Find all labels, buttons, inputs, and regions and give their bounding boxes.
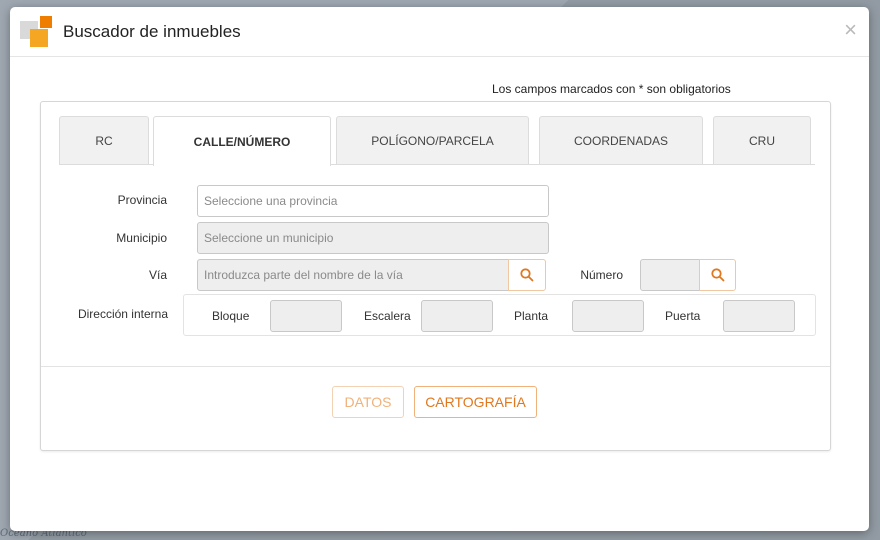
via-search-button[interactable] — [508, 259, 546, 291]
datos-button[interactable]: DATOS — [332, 386, 404, 418]
search-icon — [520, 268, 534, 282]
direccion-interna-group: Bloque Escalera Planta Puerta — [183, 294, 816, 336]
numero-input[interactable] — [640, 259, 700, 291]
bloque-label: Bloque — [212, 309, 250, 323]
catastro-logo-icon — [20, 16, 54, 50]
numero-search-button[interactable] — [699, 259, 736, 291]
tab-rc[interactable]: RC — [59, 116, 149, 164]
puerta-label: Puerta — [665, 309, 701, 323]
escalera-label: Escalera — [364, 309, 411, 323]
tab-cru[interactable]: CRU — [713, 116, 811, 164]
modal-header: Buscador de inmuebles × — [10, 7, 869, 57]
panel-divider — [41, 366, 830, 367]
via-input[interactable] — [197, 259, 509, 291]
provincia-label: Provincia — [117, 193, 167, 207]
planta-label: Planta — [514, 309, 549, 323]
search-icon — [710, 268, 724, 282]
tab-calle-numero[interactable]: CALLE/NÚMERO — [153, 116, 331, 166]
close-icon[interactable]: × — [844, 19, 857, 41]
tab-coordenadas[interactable]: COORDENADAS — [539, 116, 703, 164]
cartografia-button[interactable]: CARTOGRAFÍA — [414, 386, 537, 418]
planta-input[interactable] — [572, 300, 644, 332]
property-search-modal: Buscador de inmuebles × Los campos marca… — [10, 7, 869, 531]
puerta-input[interactable] — [723, 300, 795, 332]
municipio-label: Municipio — [116, 231, 167, 245]
municipio-input[interactable] — [197, 222, 549, 254]
direccion-interna-label: Dirección interna — [77, 307, 168, 321]
modal-title: Buscador de inmuebles — [63, 22, 241, 41]
search-panel: RC CALLE/NÚMERO POLÍGONO/PARCELA COORDEN… — [40, 101, 831, 451]
numero-label: Número — [580, 268, 623, 282]
provincia-input[interactable] — [197, 185, 549, 217]
tab-poligono-parcela[interactable]: POLÍGONO/PARCELA — [336, 116, 529, 164]
required-fields-note: Los campos marcados con * son obligatori… — [492, 82, 731, 96]
escalera-input[interactable] — [421, 300, 493, 332]
tab-bar: RC CALLE/NÚMERO POLÍGONO/PARCELA COORDEN… — [59, 116, 815, 166]
via-label: Vía — [148, 268, 167, 282]
bloque-input[interactable] — [270, 300, 342, 332]
